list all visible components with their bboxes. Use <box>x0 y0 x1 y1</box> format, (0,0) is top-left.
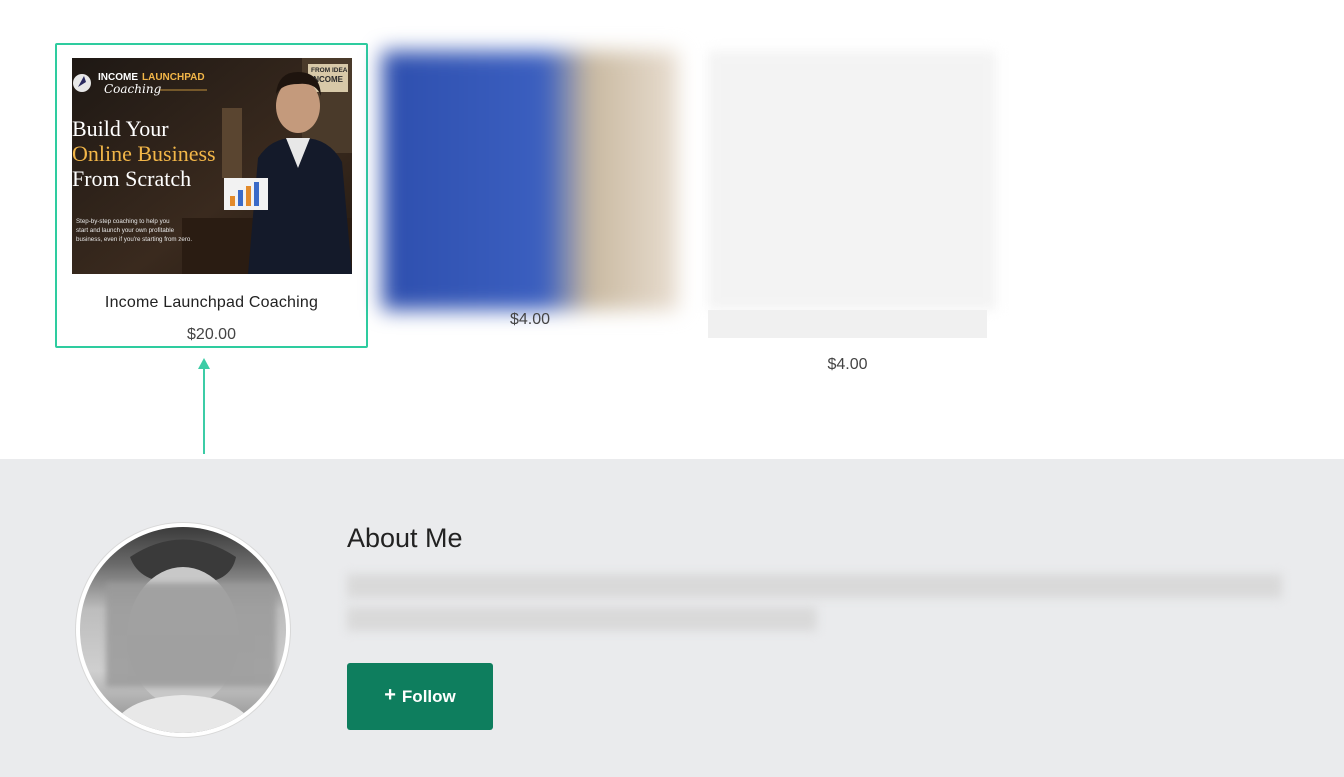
product-image-blurred[interactable] <box>382 51 678 310</box>
tagline-line-2: start and launch your own profitable <box>76 227 175 234</box>
product-image-art: FROM IDEA INCOME INCOME LAUNCHPAD Coachi… <box>72 58 352 274</box>
headline-line-2: Online Business <box>72 141 216 166</box>
poster-text-1: FROM IDEA <box>311 67 348 74</box>
about-text-blurred <box>347 607 817 631</box>
avatar-face-blur <box>106 583 276 687</box>
product-price: $4.00 <box>827 356 868 373</box>
product-price: $20.00 <box>187 326 236 343</box>
about-section: About Me + Follow <box>0 459 1344 777</box>
headline-line-1: Build Your <box>72 116 169 141</box>
tagline-line-3: business, even if you're starting from z… <box>76 236 192 243</box>
product-image-income-launchpad[interactable]: FROM IDEA INCOME INCOME LAUNCHPAD Coachi… <box>72 58 352 274</box>
tagline-line-1: Step-by-step coaching to help you <box>76 218 170 225</box>
headline-line-3: From Scratch <box>72 166 191 191</box>
follow-button[interactable]: + Follow <box>347 663 493 730</box>
brand-sub-text: Coaching <box>104 82 162 96</box>
avatar <box>76 523 290 737</box>
annotation-arrow-line <box>203 368 205 454</box>
product-price: $4.00 <box>509 311 551 328</box>
avatar-photo <box>80 527 286 733</box>
page: FROM IDEA INCOME INCOME LAUNCHPAD Coachi… <box>0 0 1344 777</box>
product-grid: FROM IDEA INCOME INCOME LAUNCHPAD Coachi… <box>0 0 1344 459</box>
about-title: About Me <box>347 523 463 553</box>
product-title-placeholder <box>708 310 987 338</box>
product-image-blurred[interactable] <box>708 51 996 310</box>
follow-label: Follow <box>401 686 456 706</box>
about-text-blurred <box>347 574 1282 598</box>
product-title[interactable]: Income Launchpad Coaching <box>60 294 363 312</box>
plus-icon: + <box>384 683 396 706</box>
